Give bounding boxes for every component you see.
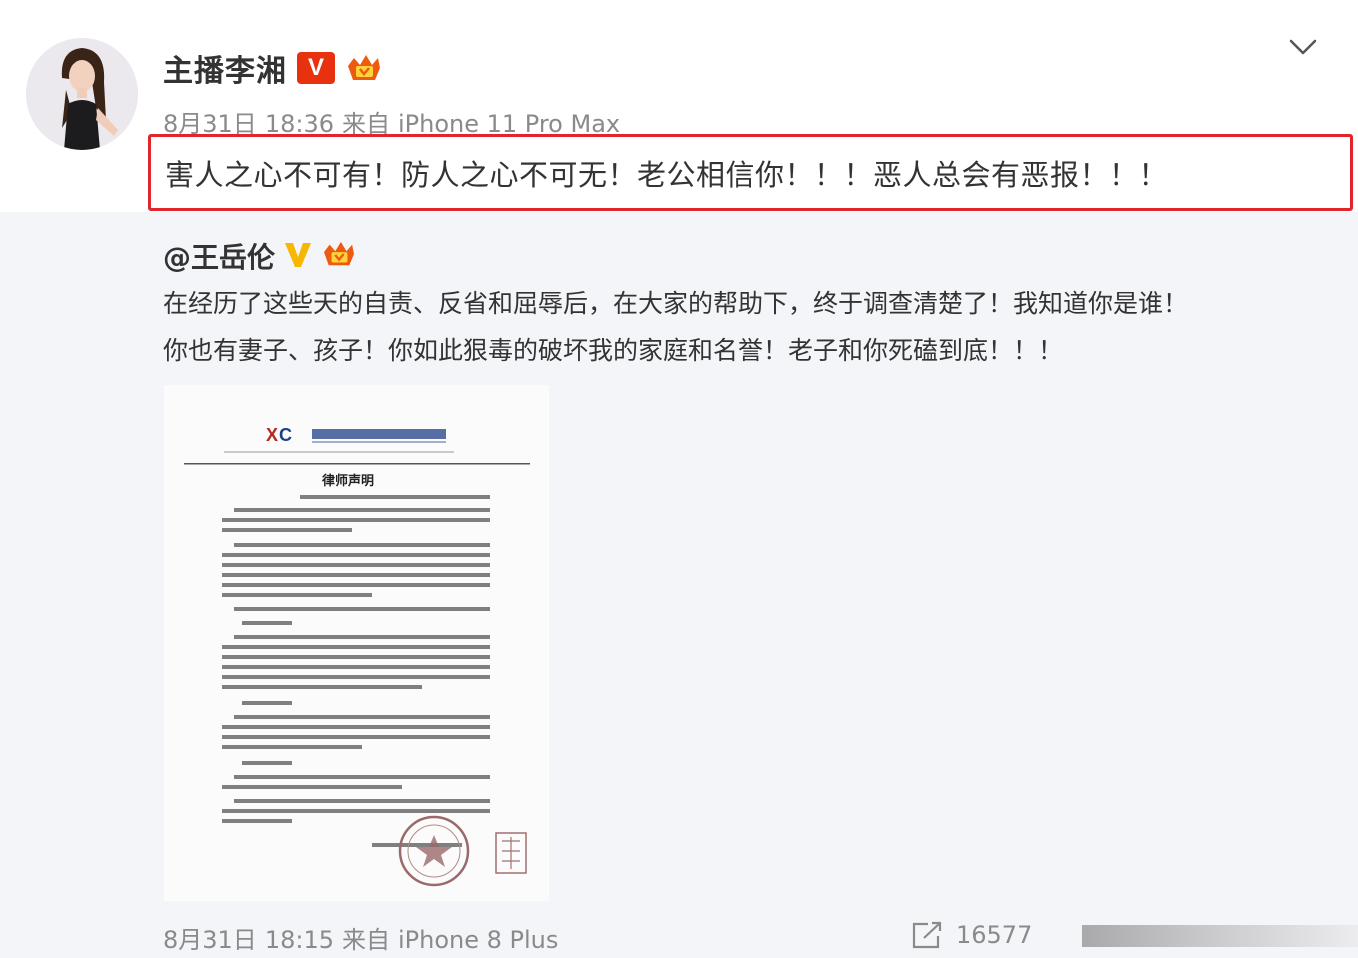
weibo-post-screenshot: 主播李湘 V 8月31日 18:36 来自 iPhone 11 Pro Max 害人之… <box>0 0 1358 958</box>
share-count: 16577 <box>956 921 1033 949</box>
vip-crown-icon <box>345 52 383 84</box>
share-button[interactable]: 16577 <box>910 920 1032 950</box>
author-name[interactable]: 主播李湘 <box>163 46 287 90</box>
lawyer-letter-image[interactable]: X C 律师声明 <box>164 385 549 901</box>
verified-gold-v-icon <box>283 239 313 273</box>
letter-title: 律师声明 <box>322 473 374 489</box>
repost-text-line: 在经历了这些天的自责、反省和屈辱后，在大家的帮助下，终于调查清楚了！我知道你是谁… <box>163 289 1189 318</box>
vip-crown-icon <box>321 239 357 273</box>
author-avatar[interactable] <box>26 38 138 150</box>
repost-text: 在经历了这些天的自责、反省和屈辱后，在大家的帮助下，终于调查清楚了！我知道你是谁… <box>163 280 1323 374</box>
repost-author-row: @王岳伦 <box>163 236 357 276</box>
repost-meta: 8月31日 18:15 来自 iPhone 8 Plus <box>163 920 566 955</box>
chevron-down-icon[interactable] <box>1288 36 1318 58</box>
post-text: 害人之心不可有！防人之心不可无！老公相信你！！！恶人总会有恶报！！！ <box>165 157 1169 192</box>
verified-badge-icon: V <box>297 52 335 84</box>
repost-author-name[interactable]: @王岳伦 <box>163 236 275 276</box>
share-icon <box>912 921 942 949</box>
repost-time[interactable]: 18:15 <box>265 926 334 954</box>
blurred-area <box>1082 925 1358 947</box>
author-row: 主播李湘 V <box>163 46 383 90</box>
repost-source-prefix: 来自 <box>341 926 390 954</box>
svg-text:X: X <box>266 425 278 445</box>
highlighted-post-text: 害人之心不可有！防人之心不可无！老公相信你！！！恶人总会有恶报！！！ <box>148 134 1353 211</box>
svg-text:C: C <box>279 425 292 445</box>
repost-text-line: 你也有妻子、孩子！你如此狠毒的破坏我的家庭和名誉！老子和你死磕到底！！！ <box>163 336 1064 365</box>
repost-source-device[interactable]: iPhone 8 Plus <box>398 926 558 954</box>
repost-date[interactable]: 8月31日 <box>163 926 257 954</box>
